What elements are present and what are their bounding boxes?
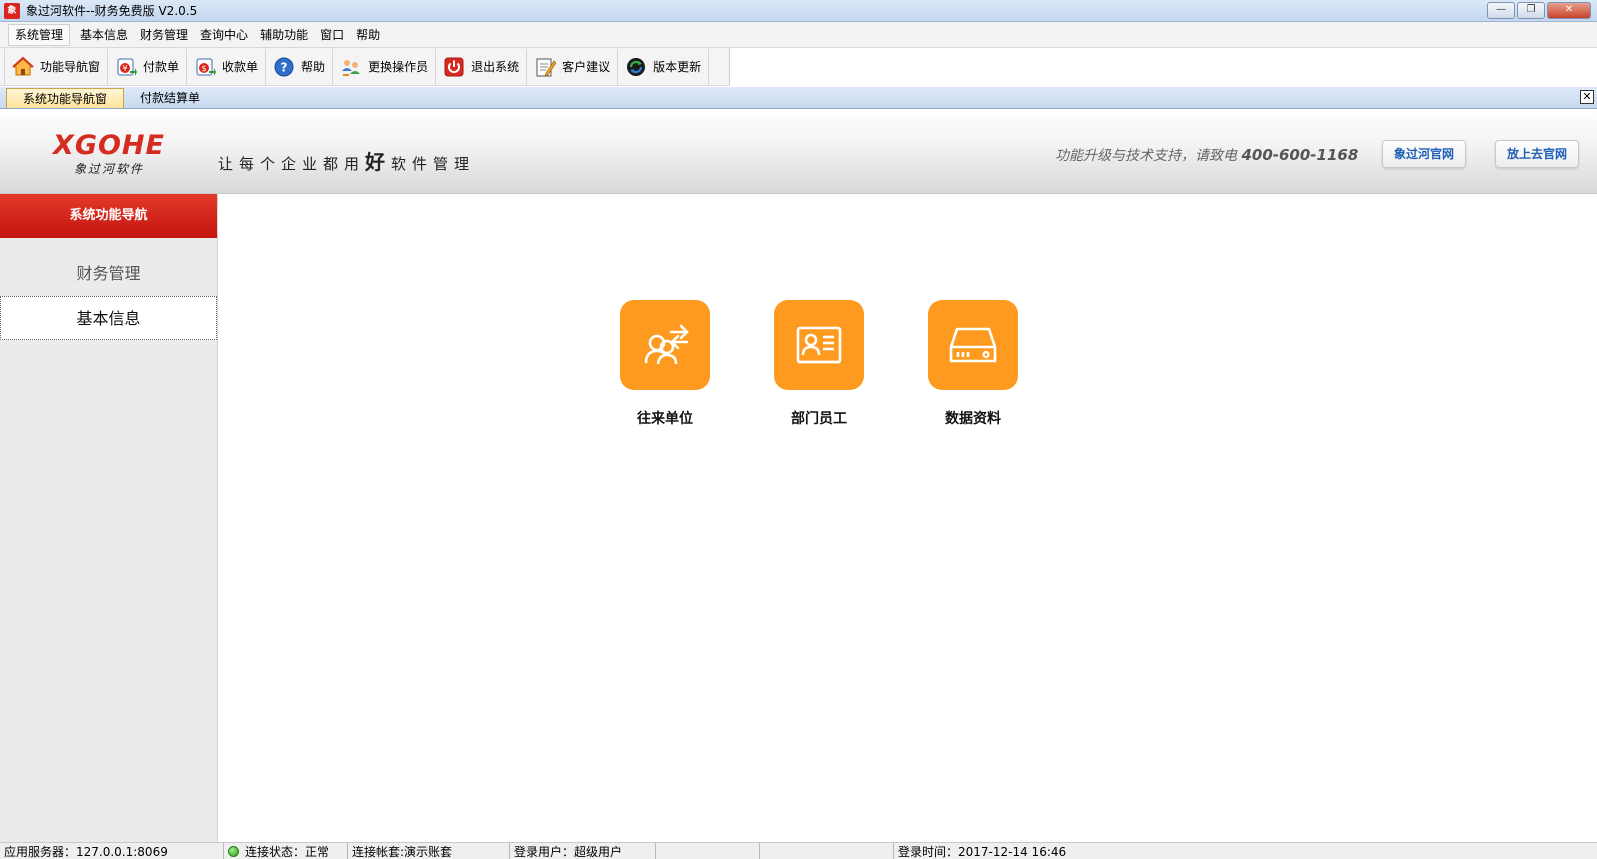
- svg-text:$: $: [201, 64, 206, 73]
- window-controls: — ❐ ✕: [1487, 2, 1591, 19]
- support-info: 功能升级与技术支持，请致电 400-600-1168: [1055, 145, 1358, 165]
- slogan-pre: 让每个企业都用: [218, 155, 366, 173]
- menu-system-management[interactable]: 系统管理: [8, 23, 71, 46]
- support-text: 功能升级与技术支持，请致电: [1055, 148, 1237, 164]
- close-tab-icon[interactable]: ✕: [1580, 90, 1594, 104]
- version-update-label: 版本更新: [653, 60, 702, 74]
- status-account-set: 连接帐套:演示账套: [348, 843, 510, 859]
- slogan: 让每个企业都用好软件管理: [218, 146, 475, 175]
- menu-bar: 系统管理 基本信息 财务管理 查询中心 辅助功能 窗口 帮助: [0, 22, 1597, 48]
- menu-aux-functions[interactable]: 辅助功能: [254, 23, 314, 47]
- logo-wordmark: XGOHE: [53, 130, 165, 161]
- exit-system-label: 退出系统: [471, 60, 520, 74]
- status-connection-text: 连接状态：正常: [245, 844, 330, 859]
- menu-window[interactable]: 窗口: [314, 23, 350, 47]
- home-icon: [12, 56, 34, 78]
- title-bar: 象 象过河软件--财务免费版 V2.0.5 — ❐ ✕: [0, 0, 1597, 22]
- main-content: 往来单位 部门员工 数据资料: [218, 194, 1597, 842]
- suggestion-icon: [534, 56, 557, 78]
- menu-basic-info[interactable]: 基本信息: [74, 23, 134, 47]
- restore-button[interactable]: ❐: [1517, 2, 1545, 19]
- sidebar: 系统功能导航 财务管理 基本信息: [0, 194, 218, 842]
- app-logo-icon: 象: [4, 2, 20, 19]
- menu-help[interactable]: 帮助: [350, 23, 386, 47]
- tile-data-label: 数据资料: [945, 411, 1001, 427]
- status-login-time: 登录时间：2017-12-14 16:46: [898, 844, 1067, 859]
- payment-icon: ¥: [115, 56, 138, 78]
- tile-data-box[interactable]: [928, 300, 1018, 390]
- receipt-label: 收款单: [222, 60, 259, 74]
- brand-logo: XGOHE 象过河软件: [44, 132, 174, 177]
- tab-payment-settlement[interactable]: 付款结算单: [124, 88, 216, 108]
- help-icon: ?: [273, 56, 295, 78]
- status-bar: 应用服务器：127.0.0.1:8069 连接状态：正常 连接帐套:演示账套 登…: [0, 842, 1597, 859]
- employee-card-icon: [796, 326, 842, 364]
- status-empty-1: [656, 843, 760, 859]
- exit-icon: [443, 56, 465, 78]
- sidebar-header: 系统功能导航: [0, 194, 217, 238]
- receipt-button[interactable]: $ 收款单: [187, 48, 267, 85]
- toolbar: 功能导航窗 ¥ 付款单 $ 收款单 ? 帮助 更换操作员 退出系统 客户建议 版…: [0, 48, 730, 86]
- switch-user-icon: [340, 56, 362, 78]
- official-site-button[interactable]: 象过河官网: [1382, 140, 1466, 168]
- tile-contacts-label: 往来单位: [637, 411, 693, 427]
- document-tab-bar: 系统功能导航窗 付款结算单 ✕: [0, 87, 1597, 109]
- payment-button[interactable]: ¥ 付款单: [108, 48, 188, 85]
- tile-contacts-box[interactable]: [620, 300, 710, 390]
- status-login-user: 登录用户：超级用户: [510, 843, 656, 859]
- nav-window-label: 功能导航窗: [40, 60, 101, 74]
- version-update-button[interactable]: 版本更新: [618, 48, 710, 85]
- switch-operator-button[interactable]: 更换操作员: [333, 48, 437, 85]
- customer-suggestion-button[interactable]: 客户建议: [527, 48, 619, 85]
- customer-suggestion-label: 客户建议: [562, 60, 611, 74]
- tab-system-nav-window[interactable]: 系统功能导航窗: [6, 88, 125, 108]
- minimize-button[interactable]: —: [1487, 2, 1515, 19]
- status-connection: 连接状态：正常: [224, 843, 348, 859]
- sidebar-item-basic-info[interactable]: 基本信息: [0, 296, 217, 340]
- logo-subtitle: 象过河软件: [73, 162, 144, 176]
- switch-operator-label: 更换操作员: [368, 60, 429, 74]
- sidebar-item-finance-management[interactable]: 财务管理: [0, 252, 217, 296]
- help-button[interactable]: ? 帮助: [266, 48, 334, 85]
- payment-label: 付款单: [143, 60, 180, 74]
- data-storage-icon: [949, 327, 997, 363]
- tile-employees-box[interactable]: [774, 300, 864, 390]
- tile-contacts[interactable]: 往来单位: [620, 300, 710, 428]
- tile-employees[interactable]: 部门员工: [774, 300, 864, 428]
- menu-query-center[interactable]: 查询中心: [194, 23, 254, 47]
- help-label: 帮助: [301, 60, 326, 74]
- window-title: 象过河软件--财务免费版 V2.0.5: [26, 4, 198, 18]
- contacts-exchange-icon: [644, 324, 689, 365]
- status-server: 应用服务器：127.0.0.1:8069: [0, 843, 224, 859]
- slogan-highlight: 好: [365, 150, 392, 174]
- menu-finance-management[interactable]: 财务管理: [134, 23, 194, 47]
- tile-employees-label: 部门员工: [791, 411, 847, 427]
- svg-text:¥: ¥: [122, 64, 127, 73]
- close-button[interactable]: ✕: [1547, 2, 1591, 19]
- connection-ok-icon: [228, 846, 239, 857]
- status-empty-2: [760, 843, 894, 859]
- support-phone: 400-600-1168: [1241, 146, 1359, 164]
- header-banner: XGOHE 象过河软件 让每个企业都用好软件管理 功能升级与技术支持，请致电 4…: [0, 110, 1597, 194]
- receipt-icon: $: [194, 56, 217, 78]
- slogan-post: 软件管理: [391, 155, 476, 173]
- update-icon: [625, 56, 647, 78]
- tile-data[interactable]: 数据资料: [928, 300, 1018, 428]
- svg-text:?: ?: [281, 60, 288, 74]
- cloud-site-button[interactable]: 放上去官网: [1495, 140, 1579, 168]
- nav-window-button[interactable]: 功能导航窗: [4, 48, 109, 85]
- exit-system-button[interactable]: 退出系统: [436, 48, 528, 85]
